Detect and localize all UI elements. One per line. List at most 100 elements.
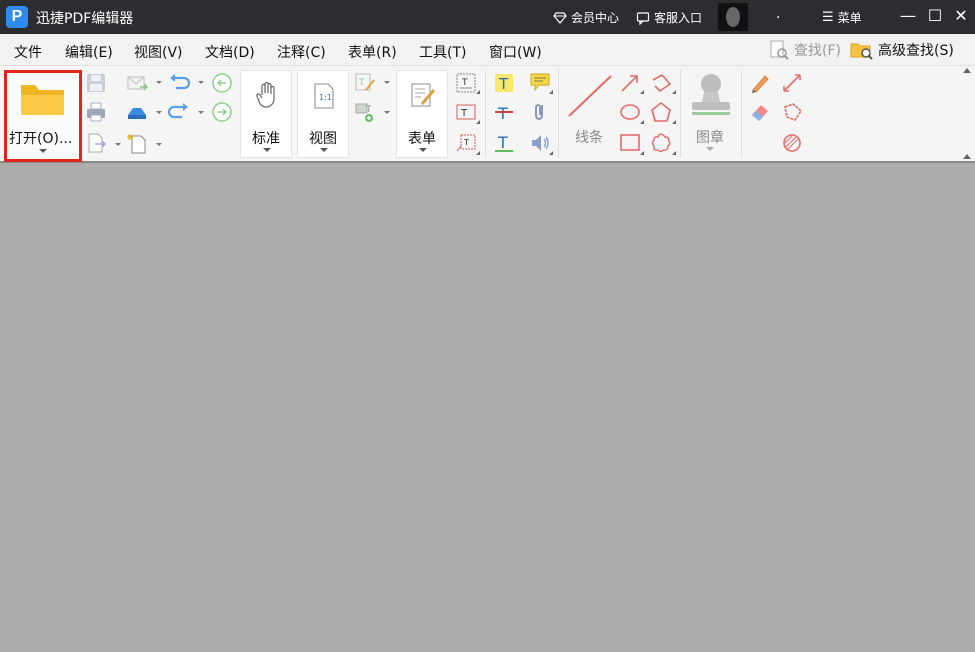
minimize-button[interactable]: —	[898, 6, 918, 25]
polygon-line-icon[interactable]	[650, 72, 672, 94]
edit-text-dropdown-icon[interactable]	[384, 81, 390, 84]
menu-comment[interactable]: 注释(C)	[277, 42, 326, 62]
text-field-icon[interactable]: T	[455, 72, 477, 94]
advanced-find-button[interactable]: 高级查找(S)	[850, 39, 954, 61]
vip-center-label: 会员中心	[571, 11, 620, 25]
menu-tools[interactable]: 工具(T)	[419, 42, 466, 62]
actual-size-icon: 1:1	[314, 83, 334, 109]
standard-label: 标准	[252, 131, 280, 147]
form-edit-icon	[411, 83, 436, 107]
cloud-icon[interactable]	[650, 132, 672, 154]
edit-text-icon[interactable]: T	[354, 72, 376, 94]
customer-service-button[interactable]: 客服入口	[636, 9, 702, 26]
folder-search-icon	[850, 43, 873, 60]
open-button[interactable]: 打开(O)...	[4, 70, 82, 162]
svg-text:T: T	[463, 138, 469, 147]
redo-dropdown-icon[interactable]	[198, 111, 204, 114]
new-document-dropdown-icon[interactable]	[156, 143, 162, 146]
undo-dropdown-icon[interactable]	[198, 81, 204, 84]
perimeter-icon[interactable]	[781, 101, 803, 123]
arrow-icon[interactable]	[619, 72, 641, 94]
eraser-icon[interactable]	[749, 101, 771, 123]
menu-bar: 文件 编辑(E) 视图(V) 文档(D) 注释(C) 表单(R) 工具(T) 窗…	[0, 34, 975, 66]
find-label: 查找(F)	[794, 43, 841, 59]
stamp-dropdown-icon	[706, 147, 714, 151]
avatar[interactable]	[718, 3, 748, 31]
form-button[interactable]: 表单	[396, 70, 448, 158]
line-label: 线条	[575, 130, 603, 146]
open-label: 打开(O)...	[9, 131, 73, 147]
menu-edit[interactable]: 编辑(E)	[65, 42, 113, 62]
rectangle-icon[interactable]	[619, 132, 641, 154]
pentagon-icon[interactable]	[650, 101, 672, 123]
find-button[interactable]: 查找(F)	[768, 39, 841, 61]
line-button[interactable]: 线条	[563, 70, 615, 158]
callout-text-icon[interactable]: T	[455, 132, 477, 154]
maximize-button[interactable]: ☐	[925, 6, 945, 25]
actual-size-text: 1:1	[319, 93, 332, 102]
email-dropdown-icon[interactable]	[156, 81, 162, 84]
app-title: 迅捷PDF编辑器	[36, 11, 134, 27]
redo-icon[interactable]	[168, 101, 190, 123]
hamburger-icon: ☰	[822, 10, 834, 25]
main-menu-label: 菜单	[837, 11, 862, 25]
main-menu-button[interactable]: ☰ 菜单	[822, 9, 862, 26]
export-document-icon[interactable]	[85, 132, 107, 154]
distance-icon[interactable]	[781, 72, 803, 94]
insert-image-icon[interactable]: T	[354, 101, 376, 123]
svg-text:T: T	[358, 78, 365, 88]
hand-icon	[256, 81, 275, 108]
highlight-text-icon[interactable]: T	[493, 72, 515, 94]
text-box-icon[interactable]: T	[455, 101, 477, 123]
svg-text:T: T	[461, 78, 468, 88]
menu-file[interactable]: 文件	[14, 42, 42, 62]
scan-icon[interactable]	[126, 101, 148, 123]
svg-text:T: T	[497, 104, 508, 123]
back-icon[interactable]	[211, 72, 233, 94]
advanced-find-label: 高级查找(S)	[878, 43, 954, 59]
forward-icon[interactable]	[211, 101, 233, 123]
note-icon[interactable]	[529, 71, 551, 93]
underline-text-icon[interactable]: T	[493, 132, 515, 154]
form-label: 表单	[408, 131, 436, 147]
line-icon	[568, 75, 612, 117]
folder-icon	[21, 85, 64, 115]
new-document-icon[interactable]	[126, 132, 148, 154]
strikeout-text-icon[interactable]: T	[493, 101, 515, 123]
menu-view[interactable]: 视图(V)	[134, 42, 183, 62]
stamp-label: 图章	[696, 130, 724, 146]
view-label: 视图	[309, 131, 337, 147]
standard-button[interactable]: 标准	[240, 70, 292, 158]
close-button[interactable]: ✕	[951, 6, 971, 25]
menu-document[interactable]: 文档(D)	[205, 42, 255, 62]
standard-dropdown-icon	[263, 148, 271, 152]
export-dropdown-icon[interactable]	[115, 143, 121, 146]
print-icon[interactable]	[85, 101, 107, 123]
insert-image-dropdown-icon[interactable]	[384, 111, 390, 114]
customer-service-label: 客服入口	[654, 11, 703, 25]
view-button[interactable]: 1:1 视图	[297, 70, 349, 158]
vip-center-button[interactable]: 会员中心	[553, 9, 619, 26]
stamp-button[interactable]: 图章	[684, 70, 736, 158]
scan-dropdown-icon[interactable]	[156, 111, 162, 114]
email-icon[interactable]	[126, 72, 148, 94]
app-logo-icon: P	[6, 6, 28, 28]
ellipse-icon[interactable]	[619, 101, 641, 123]
toolbar-scroll-up-icon[interactable]	[963, 68, 971, 73]
svg-text:T: T	[498, 75, 509, 93]
minimize-icon: —	[900, 6, 916, 25]
close-icon: ✕	[954, 6, 968, 25]
save-icon[interactable]	[85, 72, 107, 94]
svg-text:T: T	[365, 105, 372, 115]
menu-window[interactable]: 窗口(W)	[489, 42, 542, 62]
menu-form[interactable]: 表单(R)	[348, 42, 397, 62]
document-workspace[interactable]	[3, 164, 973, 652]
toolbar-collapse-icon[interactable]	[963, 154, 971, 159]
toolbar: 打开(O)... 标准 1:1 视图 T T 表单 T T T T T T 线条…	[0, 66, 975, 163]
area-icon[interactable]	[781, 132, 803, 154]
undo-icon[interactable]	[168, 72, 190, 94]
sound-icon[interactable]	[529, 132, 551, 154]
attachment-icon[interactable]	[529, 101, 551, 123]
svg-text:T: T	[497, 133, 508, 152]
pencil-icon[interactable]	[749, 72, 771, 94]
